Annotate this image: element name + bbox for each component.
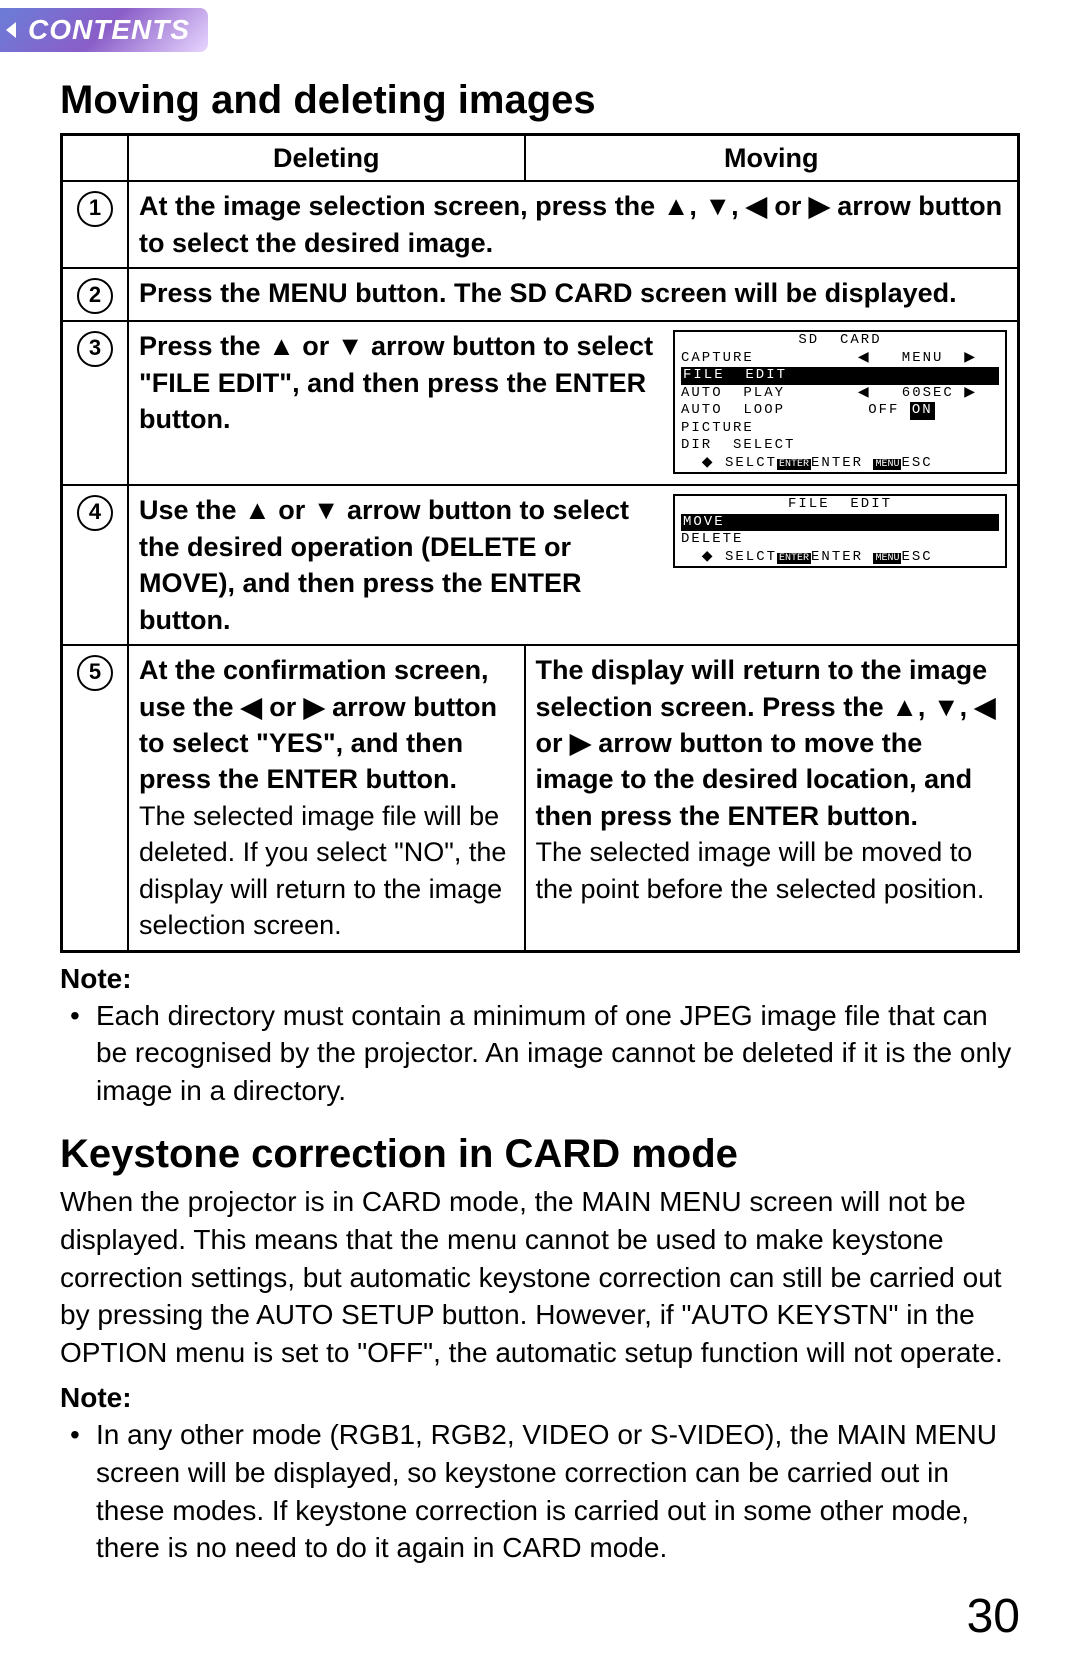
osd-file-edit: FILE EDIT MOVE DELETE ◆ SELCTENTERENTER … [673, 494, 1007, 568]
heading-moving-deleting: Moving and deleting images [60, 78, 1020, 123]
step5-del-plain: The selected image file will be deleted.… [139, 801, 506, 940]
steps-table: Deleting Moving 1 At the image selection… [60, 133, 1020, 953]
step2-text: Press the MENU button. The SD CARD scree… [128, 268, 1019, 321]
step-row-4: 4 FILE EDIT MOVE DELETE ◆ SELCTENTERENTE… [62, 485, 1019, 645]
step5-mov-b: arrow button to move the image to the de… [536, 728, 973, 831]
step-row-1: 1 At the image selection screen, press t… [62, 181, 1019, 268]
header-blank [62, 135, 129, 182]
note-label: Note: [60, 1382, 1020, 1414]
osd-title: FILE EDIT [675, 496, 1005, 514]
osd-row: AUTO PLAY [681, 385, 785, 401]
step1-arrows: ▲, ▼, ◀ or ▶ [663, 191, 830, 221]
step4-text-a: Use the [139, 495, 244, 525]
header-moving: Moving [525, 135, 1019, 182]
osd-row: PICTURE [675, 420, 1005, 438]
step3-text-a: Press the [139, 331, 268, 361]
page-number: 30 [60, 1589, 1020, 1644]
step1-text-a: At the image selection screen, press the [139, 191, 663, 221]
note-label: Note: [60, 963, 1020, 995]
page-body: Moving and deleting images Deleting Movi… [0, 52, 1080, 1678]
note1-text: Each directory must contain a minimum of… [96, 997, 1020, 1110]
step-row-5: 5 At the confirmation screen, use the ◀ … [62, 645, 1019, 951]
step-number: 4 [77, 495, 113, 531]
step5-del-arrows: ◀ or ▶ [241, 692, 325, 722]
step-number: 5 [77, 655, 113, 691]
step-number: 1 [77, 191, 113, 227]
step-row-2: 2 Press the MENU button. The SD CARD scr… [62, 268, 1019, 321]
keystone-paragraph: When the projector is in CARD mode, the … [60, 1183, 1020, 1372]
osd-row: DIR SELECT [675, 437, 1005, 455]
osd-row: AUTO LOOP [681, 402, 785, 418]
step4-arrows: ▲ or ▼ [244, 495, 339, 525]
step-row-3: 3 SD CARD CAPTURE ◀ MENU ▶ FILE EDIT AUT… [62, 321, 1019, 485]
heading-keystone: Keystone correction in CARD mode [60, 1132, 1020, 1177]
osd-title: SD CARD [675, 332, 1005, 350]
step5-mov-plain: The selected image will be moved to the … [536, 837, 985, 903]
note2-text: In any other mode (RGB1, RGB2, VIDEO or … [96, 1416, 1020, 1567]
osd-row-selected: FILE EDIT [681, 367, 999, 385]
osd-row-selected: MOVE [681, 514, 999, 532]
osd-row: CAPTURE [681, 350, 754, 366]
osd-sd-card: SD CARD CAPTURE ◀ MENU ▶ FILE EDIT AUTO … [673, 330, 1007, 474]
step-number: 3 [77, 331, 113, 367]
step3-arrows: ▲ or ▼ [268, 331, 363, 361]
contents-link[interactable]: CONTENTS [0, 8, 208, 52]
header-deleting: Deleting [128, 135, 525, 182]
osd-row: DELETE [675, 531, 1005, 549]
step-number: 2 [77, 278, 113, 314]
